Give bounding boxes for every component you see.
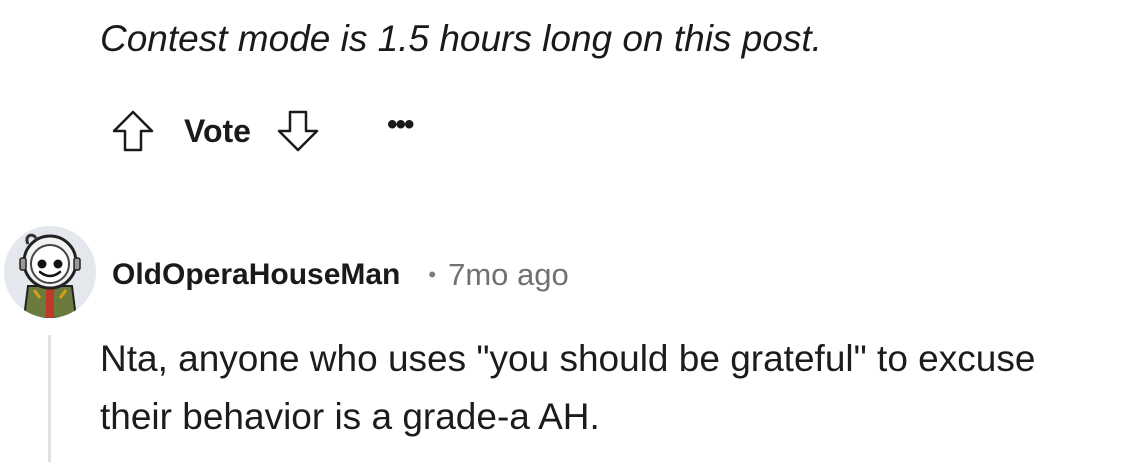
snoo-astronaut-avatar-icon [4, 226, 96, 318]
vote-label: Vote [184, 112, 251, 149]
comment-timestamp[interactable]: 7mo ago [448, 257, 569, 293]
arrow-down-icon [277, 110, 319, 152]
thread-line[interactable] [48, 335, 51, 462]
contest-mode-note: Contest mode is 1.5 hours long on this p… [100, 18, 822, 59]
avatar[interactable] [4, 226, 96, 318]
comment-author[interactable]: OldOperaHouseMan [112, 258, 400, 292]
arrow-up-icon [112, 110, 154, 152]
upvote-button[interactable] [108, 106, 158, 156]
more-options-button[interactable]: ••• [387, 110, 414, 140]
meta-separator: • [428, 262, 437, 287]
downvote-button[interactable] [273, 106, 323, 156]
comment-body: Nta, anyone who uses "you should be grat… [100, 338, 1036, 437]
vote-bar: Vote ••• [108, 106, 414, 156]
comment-header: OldOperaHouseMan • 7mo ago [112, 254, 569, 296]
